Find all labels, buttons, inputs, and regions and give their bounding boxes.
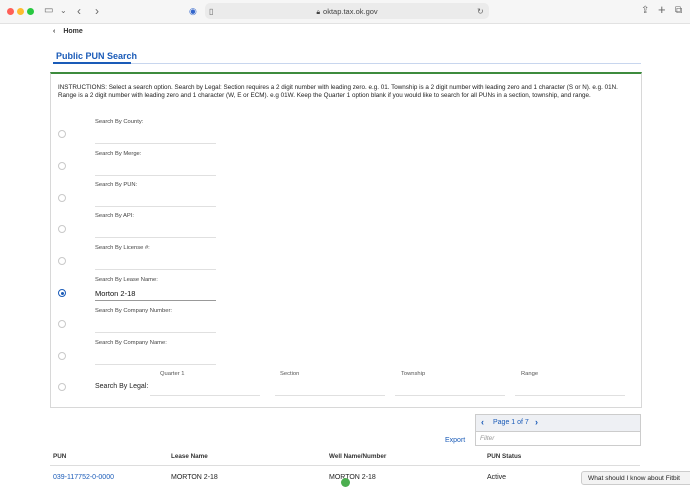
company-number-input[interactable]: [95, 332, 216, 333]
radio-api[interactable]: [58, 225, 66, 233]
pager: ‹ Page 1 of 7 › Filter: [475, 414, 641, 446]
filter-input[interactable]: Filter: [480, 435, 494, 442]
chevron-down-icon[interactable]: ⌄: [60, 3, 67, 19]
pun-link[interactable]: 039-117752-0-0000: [53, 474, 114, 481]
pager-controls: ‹ Page 1 of 7 ›: [476, 415, 640, 432]
range-header: Range: [521, 371, 539, 377]
export-button[interactable]: Export: [445, 437, 465, 444]
browser-toolbar: ▭ ⌄ ‹ › ◉ ▯ 🔒︎ oktap.tax.ok.gov ↻ ⇪ + ⧉: [0, 0, 690, 24]
column-header-pun[interactable]: PUN: [53, 453, 66, 460]
sidebar-icon[interactable]: ▭: [44, 3, 53, 19]
cursor-indicator-icon: [341, 478, 350, 487]
column-header-lease-name[interactable]: Lease Name: [171, 453, 208, 460]
merge-label: Search By Merge:: [95, 151, 142, 157]
license-input[interactable]: [95, 269, 216, 270]
next-page-button[interactable]: ›: [535, 417, 538, 427]
column-header-pun-status[interactable]: PUN Status: [487, 453, 521, 460]
radio-lease-name[interactable]: [58, 289, 66, 297]
license-label: Search By License #:: [95, 245, 150, 251]
address-bar[interactable]: ▯ 🔒︎ oktap.tax.ok.gov ↻: [205, 3, 489, 19]
range-input[interactable]: [515, 395, 625, 396]
lease-name-label: Search By Lease Name:: [95, 277, 158, 283]
radio-license[interactable]: [58, 257, 66, 265]
radio-legal[interactable]: [58, 383, 66, 391]
minimize-window-button[interactable]: [17, 8, 24, 15]
title-divider: [53, 63, 641, 64]
radio-merge[interactable]: [58, 162, 66, 170]
county-input[interactable]: [95, 143, 216, 144]
company-name-input[interactable]: [95, 364, 216, 365]
lease-name-underline: [95, 300, 216, 301]
section-header: Section: [280, 371, 300, 377]
new-tab-icon[interactable]: +: [658, 2, 666, 18]
chevron-left-icon: ‹: [53, 28, 56, 35]
radio-county[interactable]: [58, 130, 66, 138]
instructions-text: INSTRUCTIONS: Select a search option. Se…: [58, 84, 618, 100]
table-header-divider: [50, 465, 640, 466]
title-underline: [53, 62, 131, 64]
radio-company-name[interactable]: [58, 352, 66, 360]
reload-icon[interactable]: ↻: [477, 4, 484, 20]
pun-input[interactable]: [95, 206, 216, 207]
tab-overview-icon[interactable]: ⧉: [675, 3, 682, 19]
zoom-window-button[interactable]: [27, 8, 34, 15]
lock-icon: 🔒︎: [316, 9, 321, 16]
company-number-label: Search By Company Number:: [95, 308, 173, 314]
township-input[interactable]: [395, 395, 505, 396]
url-text: oktap.tax.ok.gov: [323, 7, 378, 16]
township-header: Township: [401, 371, 426, 377]
page-indicator: Page 1 of 7: [493, 419, 529, 426]
prev-page-button[interactable]: ‹: [481, 417, 484, 427]
county-label: Search By County:: [95, 119, 144, 125]
share-icon[interactable]: ⇪: [641, 3, 649, 19]
api-input[interactable]: [95, 237, 216, 238]
quarter1-header: Quarter 1: [160, 371, 185, 377]
forward-icon[interactable]: ›: [95, 3, 99, 19]
lease-name-cell: MORTON 2-18: [171, 474, 218, 481]
column-header-well-name[interactable]: Well Name/Number: [329, 453, 386, 460]
radio-pun[interactable]: [58, 194, 66, 202]
legal-label: Search By Legal:: [95, 383, 149, 390]
api-label: Search By API:: [95, 213, 134, 219]
quarter1-select[interactable]: [150, 395, 260, 396]
breadcrumb[interactable]: ‹ Home: [53, 28, 83, 35]
merge-input[interactable]: [95, 175, 216, 176]
back-icon[interactable]: ‹: [77, 3, 81, 19]
company-name-label: Search By Company Name:: [95, 340, 167, 346]
pun-label: Search By PUN:: [95, 182, 138, 188]
privacy-shield-icon[interactable]: ◉: [189, 3, 197, 19]
lease-name-input[interactable]: Morton 2-18: [95, 289, 135, 298]
page-title: Public PUN Search: [56, 51, 138, 61]
well-name-cell: MORTON 2-18: [329, 474, 376, 481]
section-input[interactable]: [275, 395, 385, 396]
breadcrumb-home[interactable]: Home: [63, 28, 82, 35]
close-window-button[interactable]: [7, 8, 14, 15]
pun-status-cell: Active: [487, 474, 507, 481]
radio-company-number[interactable]: [58, 320, 66, 328]
assistant-suggestion[interactable]: What should I know about Fitbit: [581, 471, 690, 485]
